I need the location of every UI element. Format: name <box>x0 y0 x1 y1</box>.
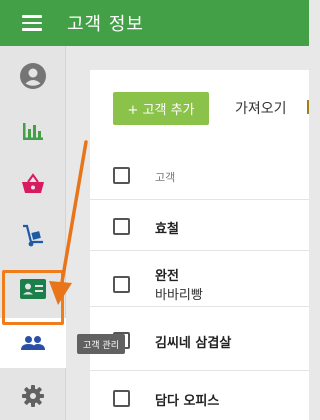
sidebar-item-profile[interactable] <box>0 51 66 101</box>
sidebar-item-settings[interactable] <box>0 371 66 420</box>
page-title: 고객 정보 <box>67 14 144 35</box>
customer-name: 김씨네 삼겹살 <box>155 336 232 351</box>
row-checkbox[interactable] <box>113 218 130 235</box>
row-checkbox[interactable] <box>113 390 130 407</box>
hamburger-icon[interactable] <box>22 15 42 31</box>
column-header-customer: 고객 <box>155 171 176 184</box>
hand-truck-icon <box>23 224 43 247</box>
sidebar-item-sales[interactable] <box>0 106 66 156</box>
sidebar-item-delivery[interactable] <box>0 211 66 261</box>
select-all-checkbox[interactable] <box>113 167 130 184</box>
customer-company: 바바리빵 <box>155 288 203 303</box>
table-row[interactable]: 효철 <box>90 201 309 251</box>
sidebar-item-customers[interactable] <box>0 318 66 368</box>
contact-card-icon <box>20 279 46 299</box>
account-circle-icon <box>20 63 46 89</box>
gear-icon <box>22 385 44 407</box>
people-icon <box>21 336 45 350</box>
table-header: 고객 <box>90 153 309 200</box>
customer-name: 담다 오피스 <box>155 394 220 409</box>
customer-name: 효철 <box>155 222 179 237</box>
table-row[interactable]: 완전 바바리빵 <box>90 252 309 307</box>
row-checkbox[interactable] <box>113 276 130 293</box>
tooltip: 고객 관리 <box>77 334 125 354</box>
main-content: + 고객 추가 가져오기 고객 효철 완전 바바리빵 김씨네 삼겹살 담다 오피… <box>90 70 309 420</box>
sidebar <box>0 46 66 420</box>
customer-name: 완전 <box>155 269 179 284</box>
app-bar: 고객 정보 <box>0 0 309 46</box>
sidebar-item-products[interactable] <box>0 159 66 209</box>
sidebar-item-contacts[interactable] <box>0 264 66 314</box>
table-row[interactable]: 담다 오피스 <box>90 372 309 420</box>
import-button[interactable]: 가져오기 <box>235 98 287 118</box>
basket-icon <box>22 173 44 193</box>
overflow-edge <box>307 100 309 114</box>
add-customer-button[interactable]: + 고객 추가 <box>113 92 209 125</box>
bar-chart-icon <box>23 123 43 140</box>
